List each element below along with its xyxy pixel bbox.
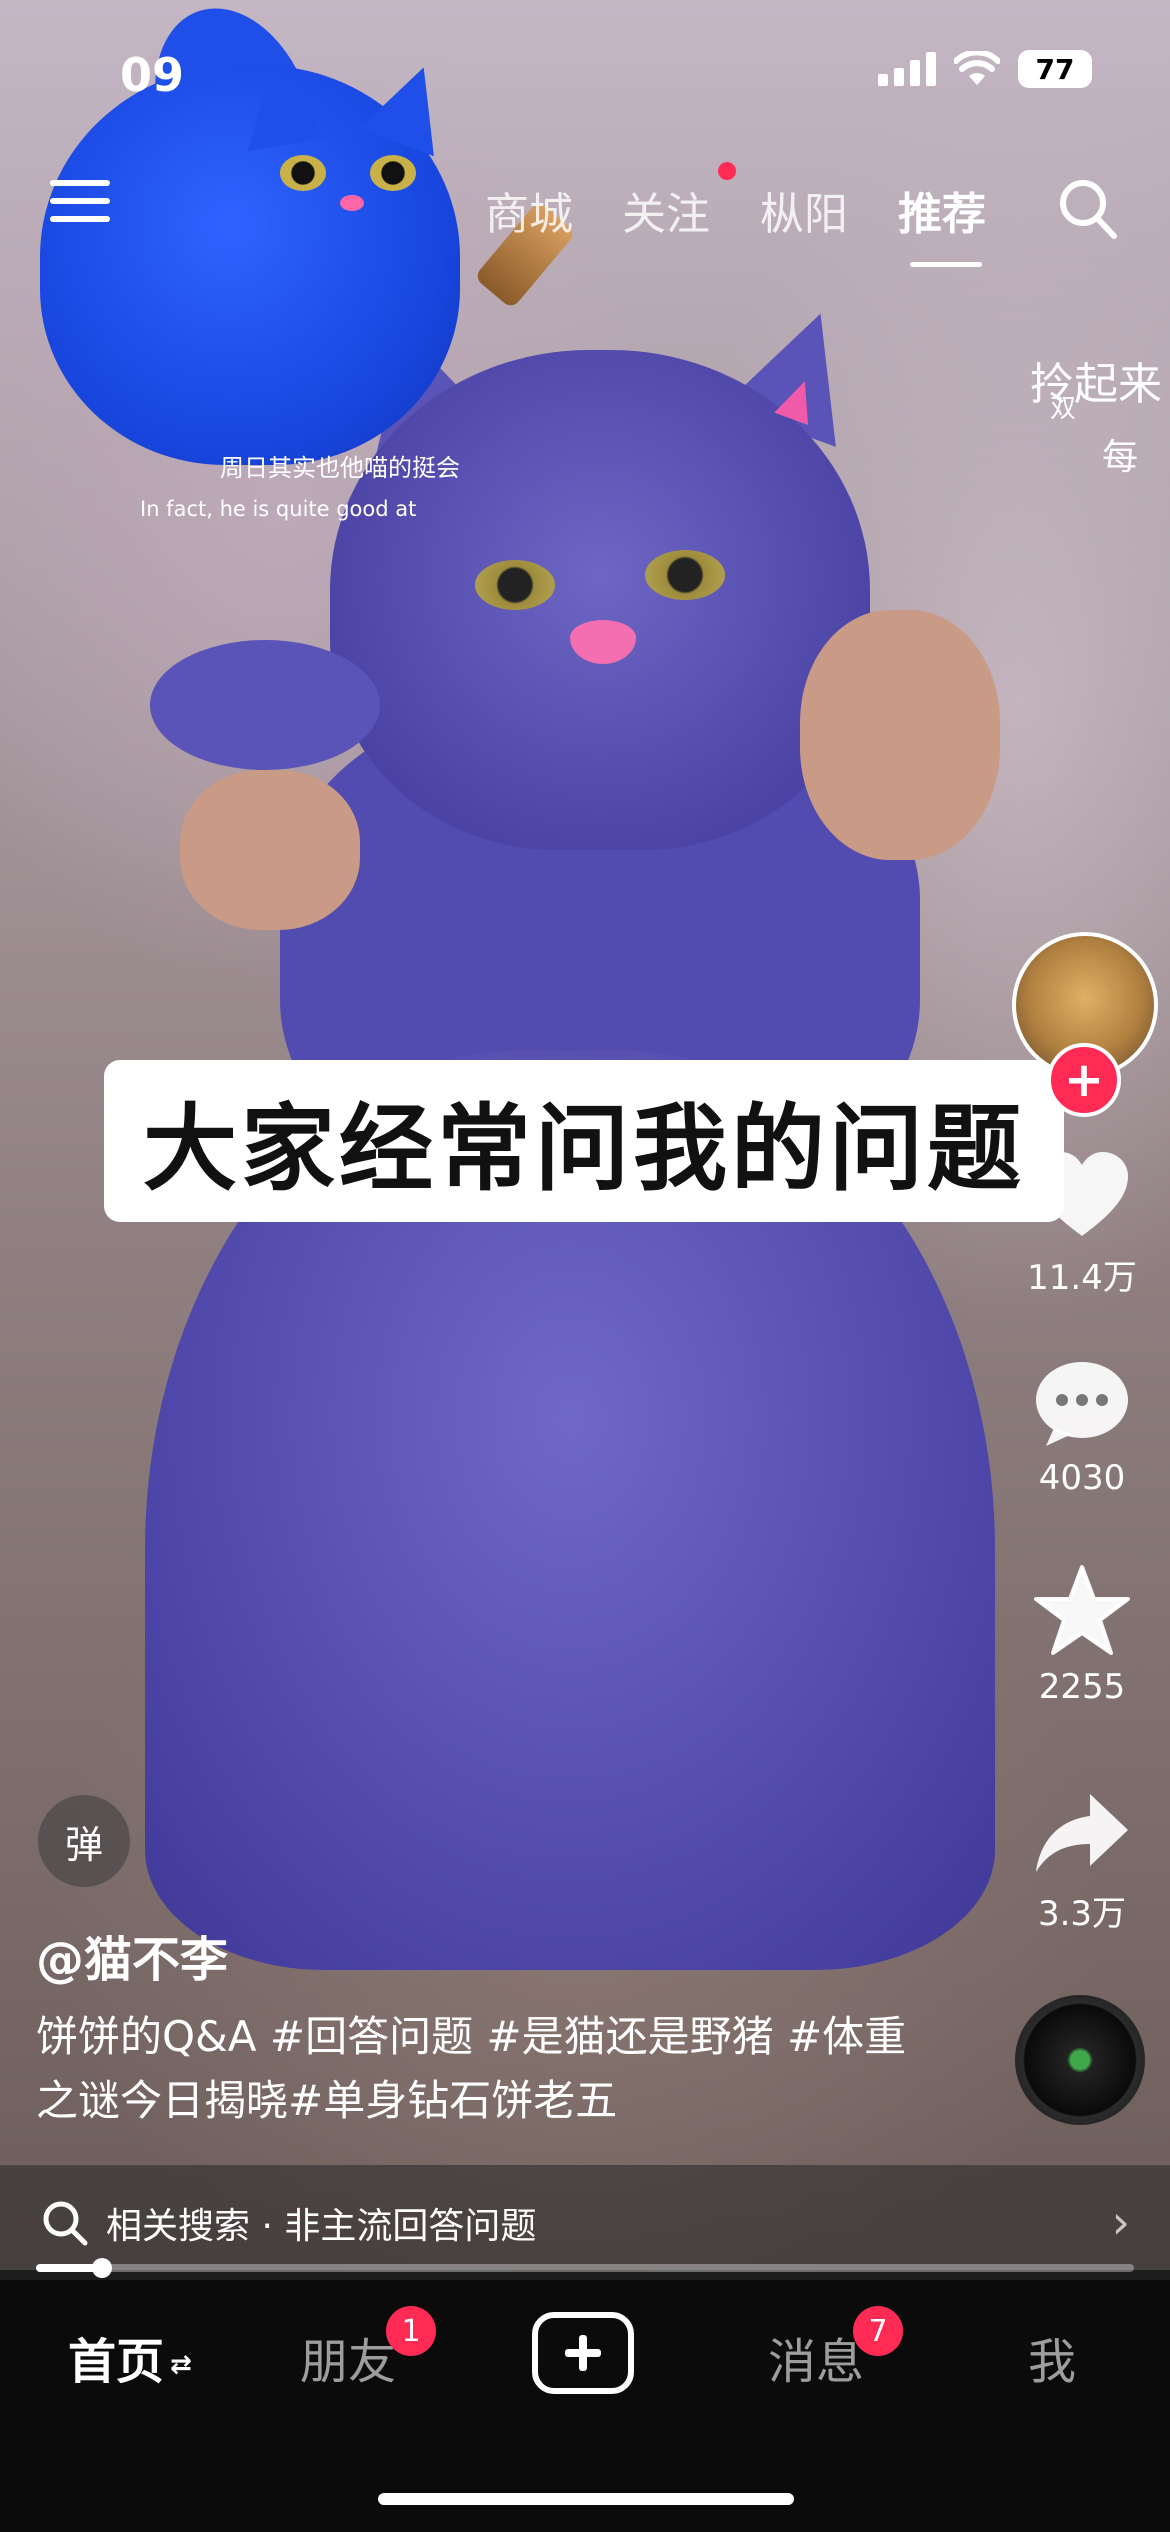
nav-home-label: 首页 xyxy=(68,2334,165,2390)
hand xyxy=(180,770,360,930)
related-search-bar[interactable]: 相关搜索 · 非主流回答问题 › xyxy=(0,2165,1170,2280)
nav-home[interactable]: 首页 ⇄ xyxy=(68,2322,192,2392)
friends-badge: 1 xyxy=(386,2306,436,2356)
like-button[interactable]: 11.4万 xyxy=(1022,1150,1142,1299)
video-overlay-text: 每 xyxy=(1102,437,1139,478)
chevron-right-icon: › xyxy=(1111,2195,1130,2249)
video-title-card: 大家经常问我的问题 xyxy=(104,1060,1064,1222)
comment-icon xyxy=(1036,1362,1128,1446)
hand xyxy=(800,610,1000,860)
search-icon[interactable] xyxy=(1058,178,1118,240)
nav-messages[interactable]: 消息 xyxy=(768,2322,864,2392)
tab-recommended[interactable]: 推荐 xyxy=(898,178,986,242)
tab-following[interactable]: 关注 xyxy=(622,178,710,242)
status-time: 09 xyxy=(120,48,185,102)
sticker-ear xyxy=(233,58,327,152)
danmu-toggle-button[interactable]: 弹 xyxy=(38,1795,130,1887)
plus-icon xyxy=(565,2335,601,2371)
follow-button[interactable]: + xyxy=(1047,1043,1121,1117)
sticker-eye xyxy=(280,155,326,191)
create-button[interactable] xyxy=(532,2312,634,2394)
blue-cat-sticker: 周日其实也他喵的挺会 In fact, he is quite good at xyxy=(10,0,610,525)
nav-friends[interactable]: 朋友 xyxy=(300,2322,396,2392)
author-name[interactable]: @猫不李 xyxy=(36,1920,228,1990)
active-tab-indicator xyxy=(910,262,982,267)
menu-icon[interactable] xyxy=(50,180,110,234)
cat-eye xyxy=(475,560,555,610)
share-count: 3.3万 xyxy=(1037,1894,1127,1934)
favorite-count: 2255 xyxy=(1038,1667,1126,1707)
messages-badge: 7 xyxy=(853,2306,903,2356)
comment-count: 4030 xyxy=(1038,1458,1126,1498)
search-icon xyxy=(43,2201,88,2245)
sticker-caption-en: In fact, he is quite good at xyxy=(140,497,417,521)
battery-icon: 77 xyxy=(1018,50,1092,88)
wifi-icon xyxy=(954,51,1000,85)
nav-me[interactable]: 我 xyxy=(1028,2322,1076,2392)
signal-icon xyxy=(878,52,936,86)
video-description[interactable]: 饼饼的Q&A #回答问题 #是猫还是野猪 #体重之谜今日揭晓#单身钻石饼老五 xyxy=(36,2005,916,2133)
cat-eye xyxy=(645,550,725,600)
comment-button[interactable]: 4030 xyxy=(1022,1358,1142,1498)
music-disc-icon[interactable] xyxy=(1015,1995,1145,2125)
star-icon xyxy=(1034,1565,1130,1655)
favorite-button[interactable]: 2255 xyxy=(1022,1565,1142,1707)
video-progress-bar[interactable] xyxy=(36,2258,1134,2278)
share-button[interactable]: 3.3万 xyxy=(1022,1790,1142,1935)
notification-dot xyxy=(718,162,736,180)
like-count: 11.4万 xyxy=(1027,1258,1137,1298)
video-overlay-text: 双 xyxy=(1050,394,1077,424)
status-icons: 77 xyxy=(878,50,1092,88)
sticker-nose xyxy=(340,195,364,211)
tab-local[interactable]: 枞阳 xyxy=(760,178,848,242)
progress-thumb[interactable] xyxy=(91,2258,112,2278)
share-arrow-icon xyxy=(1036,1794,1128,1872)
tab-mall[interactable]: 商城 xyxy=(485,178,573,242)
home-indicator xyxy=(378,2493,794,2505)
sticker-caption-cn: 周日其实也他喵的挺会 xyxy=(220,454,460,482)
cat-paw xyxy=(150,640,380,770)
refresh-arrows-icon: ⇄ xyxy=(170,2350,192,2380)
related-search-text: 相关搜索 · 非主流回答问题 xyxy=(106,2205,537,2247)
sticker-eye xyxy=(370,155,416,191)
heart-icon xyxy=(1036,1152,1128,1236)
